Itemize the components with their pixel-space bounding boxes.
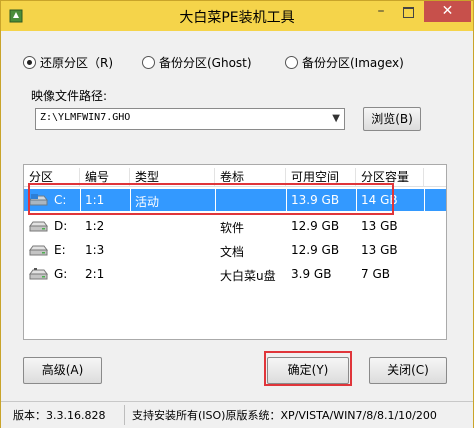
- cell-free: 12.9 GB: [291, 219, 340, 233]
- radio-restore-indicator[interactable]: [23, 55, 36, 69]
- maximize-icon: [403, 7, 414, 18]
- close-window-button[interactable]: ✕: [424, 1, 471, 22]
- title-bar[interactable]: 大白菜PE装机工具 – ✕: [1, 1, 473, 31]
- cell-number: 1:3: [85, 243, 105, 257]
- cell-free: 3.9 GB: [291, 267, 332, 281]
- app-window: 大白菜PE装机工具 – ✕ 还原分区（R) 备份分区(Ghost) 备份分区(I…: [0, 0, 474, 428]
- image-path-value: Z:\YLMFWIN7.GHO: [40, 112, 131, 123]
- image-path-label: 映像文件路径:: [31, 89, 108, 103]
- cell-number: 1:2: [85, 219, 105, 233]
- cell-drive: G:: [54, 267, 68, 281]
- chevron-down-icon[interactable]: ▼: [332, 113, 340, 124]
- usb-drive-icon: [29, 268, 48, 280]
- radio-backup-imagex-indicator[interactable]: [285, 55, 298, 69]
- close-button[interactable]: 关闭(C): [369, 357, 447, 384]
- table-row[interactable]: E: 1:3 文档 12.9 GB 13 GB: [24, 239, 446, 261]
- status-version: 版本：3.3.16.828: [13, 409, 106, 422]
- radio-backup-ghost-label: 备份分区(Ghost): [159, 55, 252, 70]
- drive-icon: [29, 245, 48, 256]
- status-divider: [124, 405, 125, 425]
- status-support: 支持安装所有(ISO)原版系统：XP/VISTA/WIN7/8/8.1/10/2…: [132, 409, 437, 422]
- cell-label: 软件: [220, 221, 245, 235]
- status-bar: 版本：3.3.16.828 支持安装所有(ISO)原版系统：XP/VISTA/W…: [1, 401, 473, 428]
- table-row[interactable]: G: 2:1 大白菜u盘 3.9 GB 7 GB: [24, 263, 446, 285]
- minimize-button[interactable]: –: [368, 1, 394, 23]
- ok-button-highlight: [264, 351, 352, 386]
- browse-button[interactable]: 浏览(B): [363, 107, 421, 131]
- maximize-button[interactable]: [395, 1, 422, 23]
- radio-backup-ghost-indicator[interactable]: [142, 55, 155, 69]
- cell-number: 2:1: [85, 267, 105, 281]
- table-row[interactable]: D: 1:2 软件 12.9 GB 13 GB: [24, 215, 446, 237]
- radio-restore[interactable]: 还原分区（R): [23, 53, 113, 71]
- cell-label: 文档: [220, 245, 245, 259]
- cell-free: 12.9 GB: [291, 243, 340, 257]
- cell-size: 7 GB: [361, 267, 390, 281]
- selected-row-highlight: [28, 183, 394, 215]
- cell-drive: E:: [54, 243, 66, 257]
- advanced-button[interactable]: 高级(A): [23, 357, 102, 384]
- cell-size: 13 GB: [361, 243, 398, 257]
- radio-backup-imagex-label: 备份分区(Imagex): [302, 55, 404, 70]
- cell-drive: D:: [54, 219, 68, 233]
- drive-icon: [29, 221, 48, 232]
- cell-label: 大白菜u盘: [220, 269, 276, 283]
- radio-backup-imagex[interactable]: 备份分区(Imagex): [285, 53, 404, 71]
- radio-restore-label: 还原分区（R): [40, 55, 114, 70]
- cell-size: 13 GB: [361, 219, 398, 233]
- radio-backup-ghost[interactable]: 备份分区(Ghost): [142, 53, 252, 71]
- image-path-select[interactable]: Z:\YLMFWIN7.GHO ▼: [35, 108, 345, 130]
